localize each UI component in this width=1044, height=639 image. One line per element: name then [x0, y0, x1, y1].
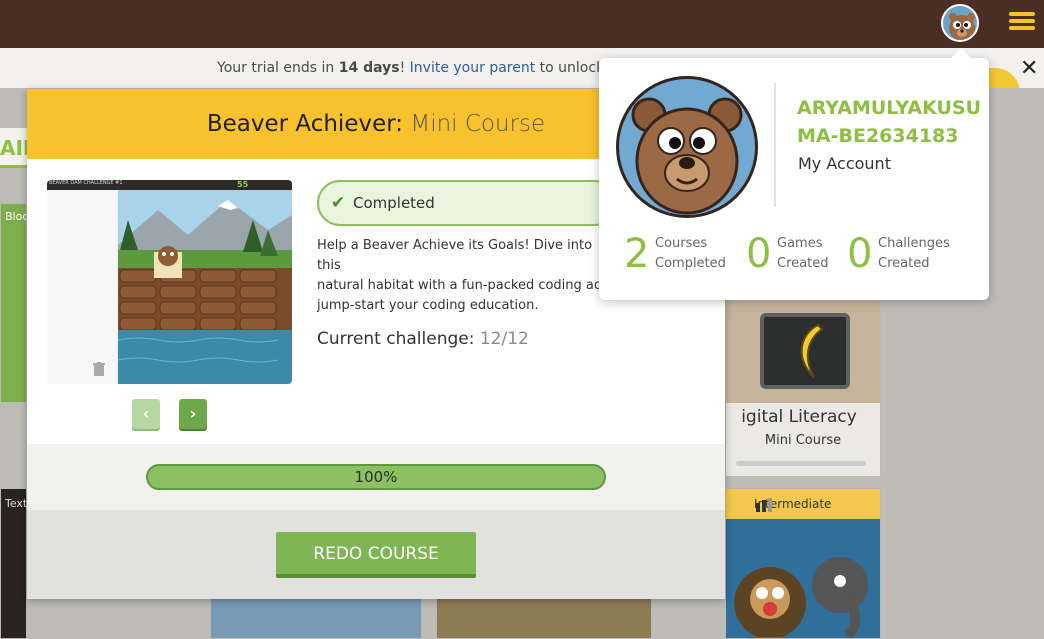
trial-text-mid: !	[399, 60, 410, 76]
my-account-link[interactable]: My Account	[798, 154, 891, 173]
course-card-left[interactable]: Bloc	[0, 203, 29, 403]
modal-title: Beaver Achiever:	[206, 111, 404, 137]
beaver-game-scene	[118, 190, 292, 384]
stat-value: 0	[746, 231, 772, 277]
prev-challenge-button[interactable]: ‹	[132, 399, 160, 429]
profile-popover: ARYAMULYAKUSUMA-BE2634183 My Account 2 C…	[599, 48, 989, 300]
profile-avatar	[616, 76, 758, 218]
intermediate-card[interactable]: Intermediate	[725, 488, 881, 639]
card-subtitle: Mini Course	[764, 433, 842, 448]
stat-label: Courses Completed	[655, 236, 726, 271]
chevron-left-icon: ‹	[142, 404, 150, 423]
banana-icon	[800, 323, 824, 378]
stat-label: Games Created	[777, 236, 829, 271]
user-avatar[interactable]	[941, 4, 979, 42]
username: ARYAMULYAKUSUMA-BE2634183	[797, 97, 981, 147]
thumb-score: 55	[237, 180, 249, 189]
tab-left[interactable]: AIL	[0, 128, 27, 168]
popover-divider	[774, 83, 776, 207]
progress-label: 100%	[354, 468, 398, 486]
progress-section: 100%	[27, 444, 725, 510]
bear-avatar-icon	[949, 13, 975, 40]
digital-literacy-card[interactable]: igital Literacy Mini Course	[725, 300, 881, 477]
modal-footer: REDO COURSE	[27, 510, 725, 599]
completed-label: Completed	[353, 194, 435, 212]
monkey-elephant-illustration	[734, 557, 868, 637]
modal-title-type: Mini Course	[410, 111, 546, 137]
tab-text: Text	[5, 497, 28, 510]
current-challenge: Current challenge: 12/12	[317, 329, 529, 349]
progress-bar: 100%	[146, 464, 606, 490]
code-panel	[47, 190, 118, 384]
trial-days: 14 days	[338, 60, 400, 76]
course-card-left-bottom[interactable]: Text	[0, 488, 27, 639]
top-bar	[0, 0, 1044, 48]
chevron-right-icon: ›	[189, 404, 197, 423]
invite-parent-link[interactable]: Invite your parent	[410, 60, 536, 76]
stat-value: 0	[847, 231, 873, 277]
trash-icon	[93, 362, 105, 376]
bear-avatar-icon	[631, 97, 743, 215]
course-thumbnail: BEAVER DAM CHALLENGE #1 55	[47, 180, 292, 384]
close-icon[interactable]: ✕	[1020, 56, 1038, 81]
next-challenge-button[interactable]: ›	[179, 399, 207, 429]
trial-text-prefix: Your trial ends in	[217, 60, 339, 76]
card-title: igital Literacy	[741, 407, 857, 427]
completed-status: ✔ Completed	[317, 180, 617, 226]
stat-value: 2	[624, 231, 650, 277]
stat-label: Challenges Created	[878, 236, 950, 271]
level-bars-icon	[756, 498, 772, 512]
redo-course-button[interactable]: REDO COURSE	[276, 532, 476, 578]
thumb-header-text: BEAVER DAM CHALLENGE #1	[49, 180, 123, 186]
course-card-bottom-1[interactable]	[210, 598, 422, 639]
current-challenge-label: Current challenge:	[317, 329, 475, 349]
tab-blocks: Bloc	[5, 210, 29, 223]
current-challenge-value: 12/12	[479, 329, 529, 349]
course-description: Help a Beaver Achieve its Goals! Dive in…	[317, 238, 607, 313]
hamburger-menu-icon[interactable]	[1009, 10, 1035, 36]
check-icon: ✔	[331, 193, 346, 213]
course-card-bottom-2[interactable]	[436, 598, 652, 639]
